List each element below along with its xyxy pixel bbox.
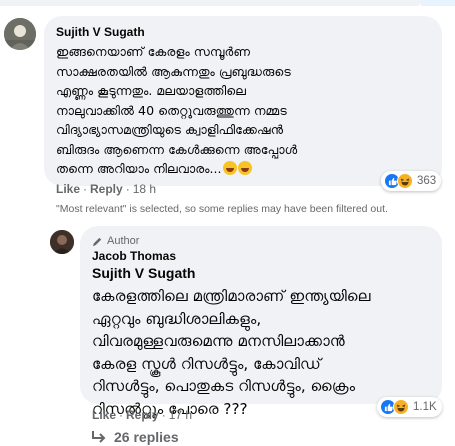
- rofl-emoji-icon: [237, 161, 252, 175]
- pen-icon: [92, 237, 102, 246]
- comment-timestamp[interactable]: 18 h: [133, 182, 156, 196]
- reply-timestamp[interactable]: 17 h: [169, 408, 192, 422]
- reply-arrow-icon: [92, 431, 106, 443]
- haha-reaction-icon: [397, 173, 413, 189]
- filter-note: "Most relevant" is selected, so some rep…: [56, 203, 388, 215]
- reaction-summary[interactable]: 363: [381, 171, 442, 191]
- author-badge: Author: [92, 235, 139, 247]
- rofl-emoji-icon: [222, 161, 237, 175]
- comment-author-name[interactable]: Sujith V Sugath: [56, 25, 145, 39]
- reaction-count: 363: [417, 175, 437, 187]
- reply-text: കേരളത്തിലെ മന്ത്രിമാരാണ് ഇന്ത്യയിലെ ഏറ്റ…: [92, 287, 371, 418]
- comment-actions: Like · Reply · 18 h: [56, 182, 157, 196]
- reply-reaction-summary[interactable]: 1.1K: [377, 397, 442, 417]
- reply-actions: Like · Reply · 17 h: [92, 408, 193, 422]
- replies-count: 26 replies: [114, 429, 179, 445]
- mention-tag[interactable]: Sujith V Sugath: [92, 265, 195, 281]
- reply-button[interactable]: Reply: [126, 408, 159, 422]
- top-divider: [0, 0, 455, 6]
- reply-author-name[interactable]: Jacob Thomas: [92, 249, 176, 263]
- avatar-sujith[interactable]: [4, 18, 36, 50]
- avatar-jacob[interactable]: [50, 230, 74, 254]
- reaction-count: 1.1K: [413, 401, 437, 413]
- comment-text: ഇങ്ങനെയാണ് കേരളം സമ്പൂർണ സാക്ഷരതയിൽ ആകുന…: [56, 42, 426, 179]
- comment-body: ഇങ്ങനെയാണ് കേരളം സമ്പൂർണ സാക്ഷരതയിൽ ആകുന…: [56, 44, 298, 176]
- haha-reaction-icon: [393, 399, 409, 415]
- like-button[interactable]: Like: [92, 408, 116, 422]
- author-badge-label: Author: [107, 235, 140, 247]
- reply-button[interactable]: Reply: [90, 182, 123, 196]
- view-replies-link[interactable]: 26 replies: [92, 429, 179, 445]
- like-button[interactable]: Like: [56, 182, 80, 196]
